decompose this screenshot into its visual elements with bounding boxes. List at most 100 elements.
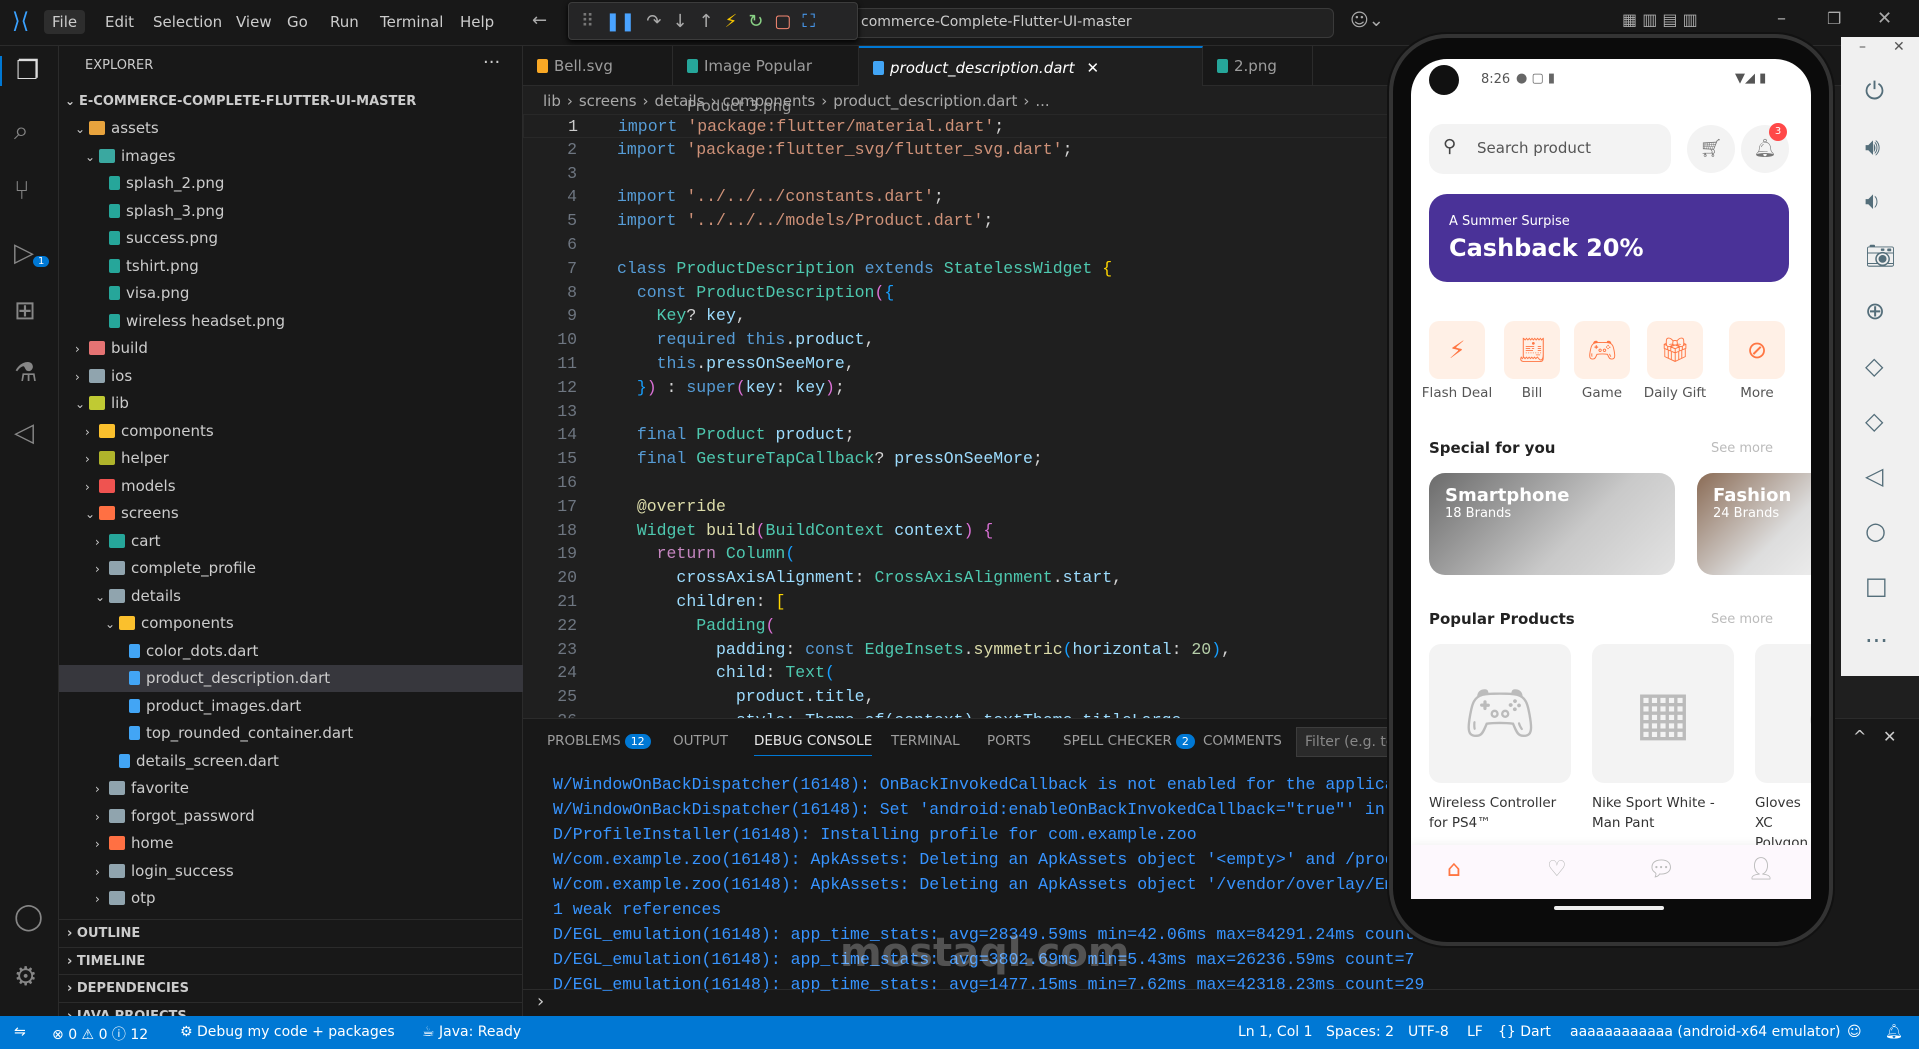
shop-icon[interactable]: ⌂: [1447, 857, 1461, 882]
java-status[interactable]: ☕ Java: Ready: [422, 1024, 521, 1040]
folder-home[interactable]: › home: [59, 830, 523, 857]
file-color_dots.dart[interactable]: color_dots.dart: [59, 638, 523, 665]
breadcrumb-item[interactable]: components: [723, 92, 816, 110]
drag-handle-icon[interactable]: ⠿: [581, 11, 594, 32]
hot-reload-icon[interactable]: ⚡: [725, 11, 738, 32]
home-icon[interactable]: ○: [1865, 517, 1886, 545]
file-top_rounded_container.dart[interactable]: top_rounded_container.dart: [59, 720, 523, 747]
folder-login_success[interactable]: › login_success: [59, 858, 523, 885]
menu-help[interactable]: Help: [452, 10, 502, 34]
folder-ios[interactable]: › ios: [59, 363, 523, 390]
phone-screen[interactable]: 8:26 ● ▢ ▮ ▼◢ ▮ ⚲ Search product 🛒︎ 🔔︎ 3…: [1411, 59, 1811, 899]
rotate-right-icon[interactable]: ◇: [1865, 407, 1883, 435]
more-icon[interactable]: ···: [1865, 627, 1888, 655]
category-flash-button[interactable]: ⚡︎: [1429, 321, 1485, 379]
flutter-icon[interactable]: ◁: [14, 418, 34, 448]
command-center[interactable]: commerce-Complete-Flutter-UI-master: [848, 8, 1334, 38]
panel-tab-spell-checker[interactable]: SPELL CHECKER 2: [1063, 733, 1195, 749]
folder-build[interactable]: › build: [59, 335, 523, 362]
menu-file[interactable]: File: [44, 10, 86, 34]
folder-otp[interactable]: › otp: [59, 885, 523, 912]
code-editor[interactable]: 1 import 'package:flutter/material.dart';…: [523, 114, 1393, 718]
rotate-left-icon[interactable]: ◇: [1865, 352, 1883, 380]
copilot-icon[interactable]: ☺⌄: [1350, 10, 1384, 31]
section-timeline[interactable]: › TIMELINE: [59, 946, 523, 974]
panel-tab-output[interactable]: OUTPUT: [673, 733, 728, 749]
copilot-status-icon[interactable]: ☺: [1847, 1024, 1862, 1040]
step-into-icon[interactable]: ↓: [672, 11, 687, 32]
section-outline[interactable]: › OUTLINE: [59, 919, 523, 946]
panel-tab-terminal[interactable]: TERMINAL: [891, 733, 960, 749]
more-actions-icon[interactable]: ···: [483, 52, 500, 73]
menu-terminal[interactable]: Terminal: [372, 10, 451, 34]
file-tshirt.png[interactable]: tshirt.png: [59, 253, 523, 280]
category-game-button[interactable]: 🎮︎: [1574, 321, 1630, 379]
tab-Image Popular Product 3.png[interactable]: Image Popular Product 3.png: [673, 46, 859, 115]
stop-icon[interactable]: ▢: [774, 11, 791, 32]
search-product-input[interactable]: ⚲ Search product: [1429, 124, 1671, 174]
menu-selection[interactable]: Selection: [145, 10, 230, 34]
volume-up-icon[interactable]: 🔊︎: [1865, 133, 1880, 161]
step-out-icon[interactable]: ↑: [699, 11, 714, 32]
category-more-button[interactable]: ⊘: [1729, 321, 1785, 379]
folder-cart[interactable]: › cart: [59, 528, 523, 555]
search-icon[interactable]: ⌕: [14, 116, 29, 147]
folder-forgot_password[interactable]: › forgot_password: [59, 803, 523, 830]
special-card-smartphone[interactable]: Smartphone 18 Brands: [1429, 473, 1675, 575]
category-bill-button[interactable]: 🧾︎: [1504, 321, 1560, 379]
debug-status[interactable]: ⚙ Debug my code + packages: [180, 1024, 395, 1040]
cart-button[interactable]: 🛒︎: [1687, 125, 1735, 173]
breadcrumb-item[interactable]: lib: [543, 92, 561, 110]
folder-components[interactable]: › components: [59, 418, 523, 445]
product-image-gloves[interactable]: ✋︎: [1755, 644, 1811, 783]
zoom-icon[interactable]: ⊕: [1865, 297, 1885, 325]
folder-complete_profile[interactable]: › complete_profile: [59, 555, 523, 582]
special-see-more-link[interactable]: See more: [1711, 441, 1773, 456]
close-tab-icon[interactable]: ✕: [1086, 59, 1099, 77]
menu-go[interactable]: Go: [279, 10, 316, 34]
power-icon[interactable]: ⏻: [1865, 77, 1884, 105]
cursor-position[interactable]: Ln 1, Col 1: [1238, 1024, 1313, 1040]
menu-run[interactable]: Run: [322, 10, 367, 34]
folder-details[interactable]: ⌄ details: [59, 583, 523, 610]
file-product_description.dart[interactable]: product_description.dart: [59, 665, 523, 692]
emulator-minimize-icon[interactable]: –: [1859, 39, 1866, 55]
folder-screens[interactable]: ⌄ screens: [59, 500, 523, 527]
emulator-close-icon[interactable]: ✕: [1893, 39, 1905, 55]
pause-icon[interactable]: ❚❚: [605, 11, 635, 32]
panel-tab-problems[interactable]: PROBLEMS 12: [547, 733, 651, 749]
panel-tab-comments[interactable]: COMMENTS: [1203, 733, 1282, 749]
file-product_images.dart[interactable]: product_images.dart: [59, 693, 523, 720]
camera-icon[interactable]: 📷︎: [1865, 242, 1895, 270]
remote-icon[interactable]: ⇋: [14, 1024, 26, 1040]
line-ending[interactable]: LF: [1467, 1024, 1483, 1040]
heart-icon[interactable]: ♡: [1547, 857, 1567, 882]
workspace-root[interactable]: ⌄ E-COMMERCE-COMPLETE-FLUTTER-UI-MASTER: [59, 88, 523, 115]
file-visa.png[interactable]: visa.png: [59, 280, 523, 307]
overview-icon[interactable]: □: [1865, 572, 1888, 600]
panel-tab-ports[interactable]: PORTS: [987, 733, 1031, 749]
folder-helper[interactable]: › helper: [59, 445, 523, 472]
minimize-icon[interactable]: –: [1777, 8, 1786, 29]
tab-product_description.dart[interactable]: product_description.dart ✕: [859, 46, 1203, 86]
step-over-icon[interactable]: ↷: [646, 11, 661, 32]
breadcrumb-item[interactable]: details: [655, 92, 705, 110]
back-icon[interactable]: ◁: [1865, 462, 1883, 490]
folder-assets[interactable]: ⌄ assets: [59, 115, 523, 142]
folder-images[interactable]: ⌄ images: [59, 143, 523, 170]
indentation[interactable]: Spaces: 2: [1326, 1024, 1394, 1040]
chat-icon[interactable]: 💬︎: [1647, 857, 1675, 882]
file-splash_2.png[interactable]: splash_2.png: [59, 170, 523, 197]
panel-tab-debug-console[interactable]: DEBUG CONSOLE: [754, 733, 873, 756]
breadcrumb-item[interactable]: product_description.dart: [833, 92, 1017, 110]
menu-view[interactable]: View: [228, 10, 280, 34]
file-success.png[interactable]: success.png: [59, 225, 523, 252]
close-panel-icon[interactable]: ✕: [1883, 727, 1896, 746]
breadcrumb-item[interactable]: ...: [1035, 92, 1049, 110]
folder-favorite[interactable]: › favorite: [59, 775, 523, 802]
account-icon[interactable]: ◯: [14, 902, 43, 932]
menu-edit[interactable]: Edit: [97, 10, 142, 34]
notifications-bell-icon[interactable]: 🔔︎: [1885, 1024, 1903, 1040]
category-gift-button[interactable]: 🎁︎: [1647, 321, 1703, 379]
problems-status[interactable]: ⊗ 0 ⚠ 0 ⓘ 12: [52, 1024, 148, 1044]
